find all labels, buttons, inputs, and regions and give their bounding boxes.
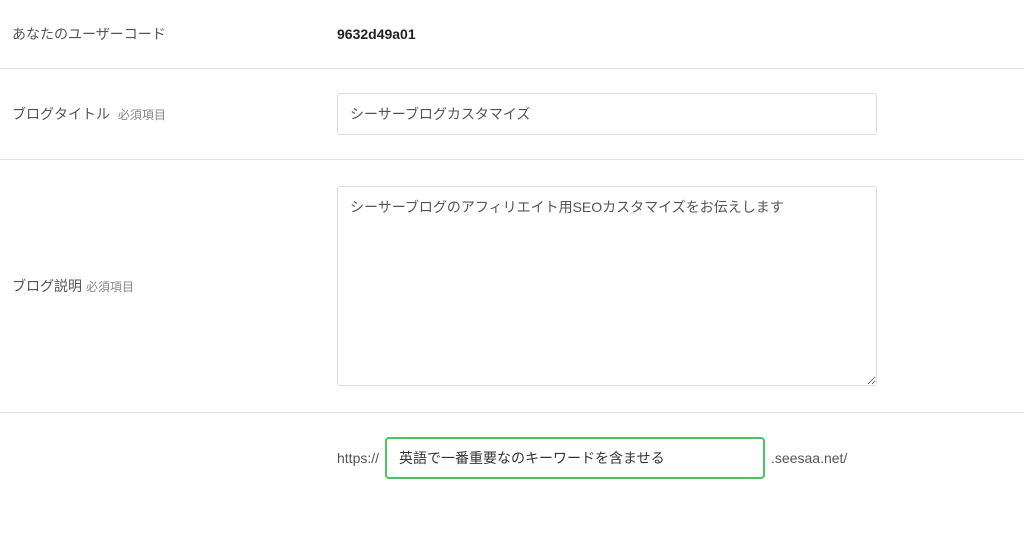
blog-title-label: ブログタイトル 必須項目: [12, 104, 337, 124]
label-text: あなたのユーザーコード: [12, 26, 166, 42]
user-code-label: あなたのユーザーコード: [12, 24, 337, 44]
user-code-value-col: 9632d49a01: [337, 26, 1012, 42]
required-tag: 必須項目: [86, 278, 134, 295]
required-tag: 必須項目: [118, 108, 166, 122]
blog-description-value-col: シーサーブログのアフィリエイト用SEOカスタマイズをお伝えします: [337, 186, 1012, 386]
blog-description-label: ブログ説明 必須項目: [12, 186, 337, 386]
blog-title-row: ブログタイトル 必須項目: [0, 69, 1024, 160]
user-code-row: あなたのユーザーコード 9632d49a01: [0, 0, 1024, 69]
url-suffix: .seesaa.net/: [771, 450, 847, 466]
url-prefix: https://: [337, 450, 379, 466]
blog-description-row: ブログ説明 必須項目 シーサーブログのアフィリエイト用SEOカスタマイズをお伝え…: [0, 160, 1024, 413]
label-text: ブログ説明: [12, 276, 82, 296]
hostname-row: https:// .seesaa.net/: [0, 413, 1024, 503]
hostname-value-col: https:// .seesaa.net/: [337, 437, 1012, 479]
blog-title-input[interactable]: [337, 93, 877, 135]
blog-title-value-col: [337, 93, 1012, 135]
user-code-value: 9632d49a01: [337, 26, 416, 42]
blog-description-input[interactable]: シーサーブログのアフィリエイト用SEOカスタマイズをお伝えします: [337, 186, 877, 386]
label-text: ブログタイトル: [12, 106, 110, 122]
hostname-input[interactable]: [385, 437, 765, 479]
